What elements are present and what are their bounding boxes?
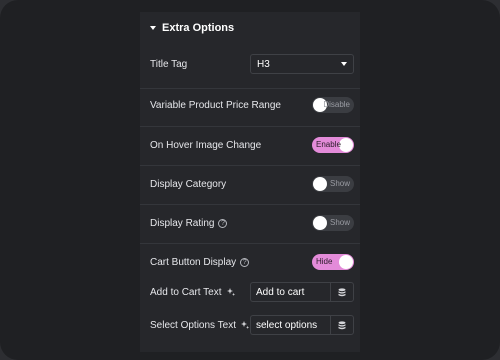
title-tag-label: Title Tag — [150, 58, 188, 70]
add-to-cart-text-label-group: Add to Cart Text — [150, 287, 236, 298]
display-rating-label-group: Display Rating ? — [150, 217, 228, 229]
app-frame: Extra Options Title Tag H3 Variable Prod… — [0, 0, 500, 360]
help-icon[interactable]: ? — [218, 218, 228, 228]
display-rating-toggle[interactable]: Show — [312, 215, 354, 231]
database-icon — [338, 320, 346, 329]
divider — [140, 243, 360, 244]
chevron-down-icon — [341, 62, 347, 66]
display-category-row: Display Category Show — [150, 176, 354, 192]
divider — [140, 126, 360, 127]
variable-price-range-row: Variable Product Price Range Disable — [150, 97, 354, 113]
database-icon — [338, 287, 346, 296]
ai-sparkle-icon[interactable] — [226, 287, 236, 297]
select-options-text-input[interactable]: select options — [250, 315, 330, 335]
hover-image-change-label: On Hover Image Change — [150, 139, 262, 151]
select-options-text-label-group: Select Options Text — [150, 320, 250, 331]
section-title: Extra Options — [162, 22, 235, 34]
divider — [140, 165, 360, 166]
title-tag-row: Title Tag H3 — [150, 54, 354, 74]
add-to-cart-text-field: Add to cart — [250, 282, 354, 302]
cart-button-display-label: Cart Button Display — [150, 256, 237, 268]
add-to-cart-text-label: Add to Cart Text — [150, 286, 222, 298]
toggle-state-text: Show — [329, 218, 350, 227]
dynamic-tags-button[interactable] — [330, 282, 354, 302]
caret-down-icon — [150, 26, 156, 30]
display-category-label: Display Category — [150, 178, 227, 190]
settings-panel: Extra Options Title Tag H3 Variable Prod… — [140, 12, 360, 352]
toggle-state-text: Enable — [316, 140, 341, 149]
variable-price-range-label: Variable Product Price Range — [150, 99, 281, 111]
add-to-cart-text-input[interactable]: Add to cart — [250, 282, 330, 302]
select-options-text-field: select options — [250, 315, 354, 335]
toggle-state-text: Hide — [316, 257, 333, 266]
hover-image-change-row: On Hover Image Change Enable — [150, 137, 354, 153]
hover-image-change-toggle[interactable]: Enable — [312, 137, 354, 153]
display-rating-row: Display Rating ? Show — [150, 215, 354, 231]
section-header-extra-options[interactable]: Extra Options — [150, 20, 234, 36]
toggle-state-text: Show — [329, 179, 350, 188]
cart-button-display-toggle[interactable]: Hide — [312, 254, 354, 270]
toggle-knob — [313, 216, 327, 230]
toggle-knob — [339, 255, 353, 269]
display-rating-label: Display Rating — [150, 217, 215, 229]
title-tag-select[interactable]: H3 — [250, 54, 354, 74]
help-icon[interactable]: ? — [240, 257, 250, 267]
toggle-knob — [313, 177, 327, 191]
select-options-text-row: Select Options Text select options — [150, 315, 354, 335]
variable-price-range-toggle[interactable]: Disable — [312, 97, 354, 113]
cart-button-display-label-group: Cart Button Display ? — [150, 256, 250, 268]
select-options-text-label: Select Options Text — [150, 319, 236, 331]
add-to-cart-text-row: Add to Cart Text Add to cart — [150, 282, 354, 302]
divider — [140, 204, 360, 205]
toggle-state-text: Disable — [323, 100, 350, 109]
divider — [140, 88, 360, 89]
display-category-toggle[interactable]: Show — [312, 176, 354, 192]
dynamic-tags-button[interactable] — [330, 315, 354, 335]
title-tag-value: H3 — [257, 58, 270, 70]
ai-sparkle-icon[interactable] — [240, 320, 250, 330]
cart-button-display-row: Cart Button Display ? Hide — [150, 254, 354, 270]
toggle-knob — [339, 138, 353, 152]
